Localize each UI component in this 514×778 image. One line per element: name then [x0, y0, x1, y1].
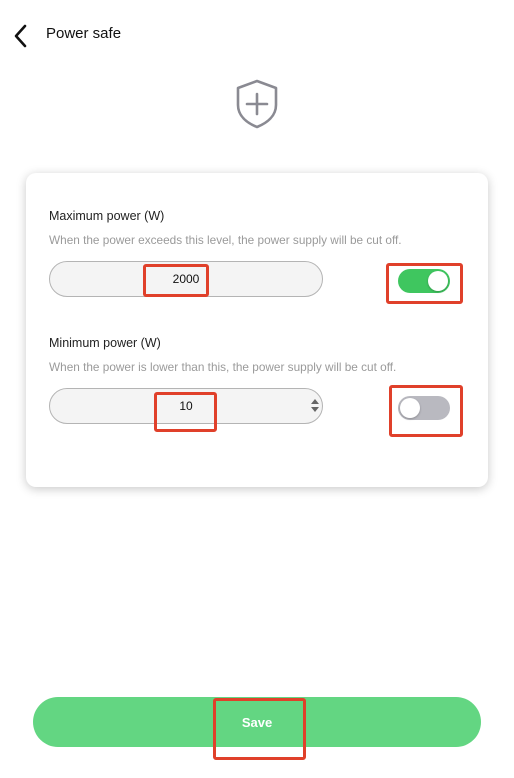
back-button[interactable] — [10, 22, 36, 50]
min-power-description: When the power is lower than this, the p… — [49, 360, 397, 374]
toggle-knob — [400, 398, 420, 418]
min-power-toggle[interactable] — [398, 396, 450, 420]
stepper-up-icon[interactable] — [311, 399, 319, 404]
header: Power safe — [0, 0, 514, 70]
max-power-description: When the power exceeds this level, the p… — [49, 233, 402, 247]
quantity-stepper[interactable] — [310, 398, 320, 414]
power-settings-card: Maximum power (W) When the power exceeds… — [26, 173, 488, 487]
page-title: Power safe — [46, 25, 122, 42]
stepper-down-icon[interactable] — [311, 407, 319, 412]
shield-plus-icon — [234, 78, 280, 130]
min-power-title: Minimum power (W) — [49, 336, 161, 350]
toggle-knob — [428, 271, 448, 291]
max-power-toggle[interactable] — [398, 269, 450, 293]
chevron-left-icon — [14, 24, 27, 48]
save-button[interactable]: Save — [33, 697, 481, 747]
min-power-input[interactable] — [49, 388, 323, 424]
max-power-title: Maximum power (W) — [49, 209, 165, 223]
max-power-input[interactable] — [49, 261, 323, 297]
